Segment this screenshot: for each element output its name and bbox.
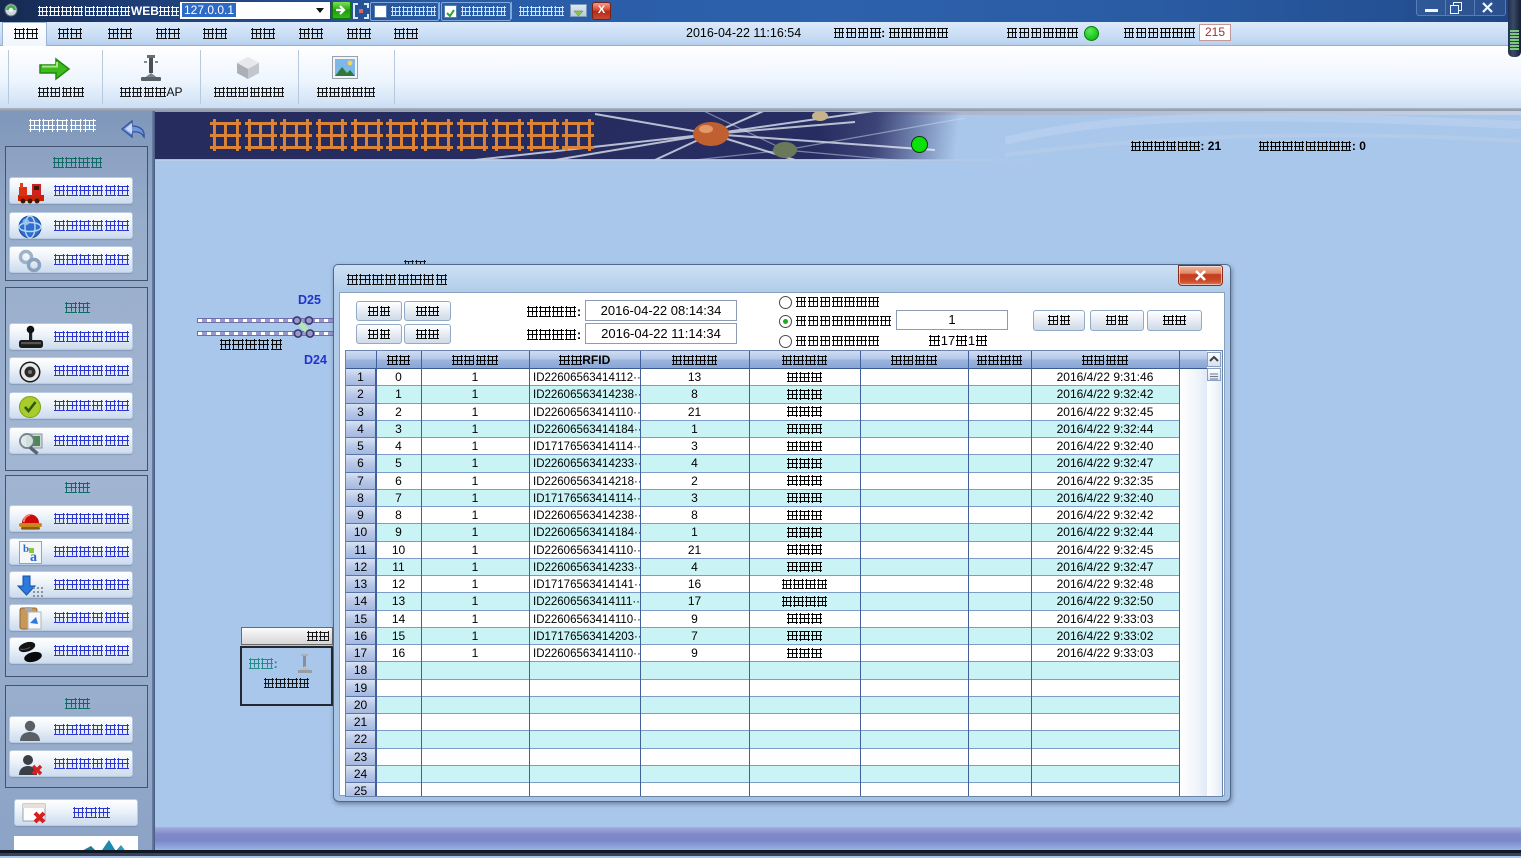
svg-text:a: a bbox=[30, 550, 37, 565]
svg-text:b: b bbox=[23, 543, 29, 555]
